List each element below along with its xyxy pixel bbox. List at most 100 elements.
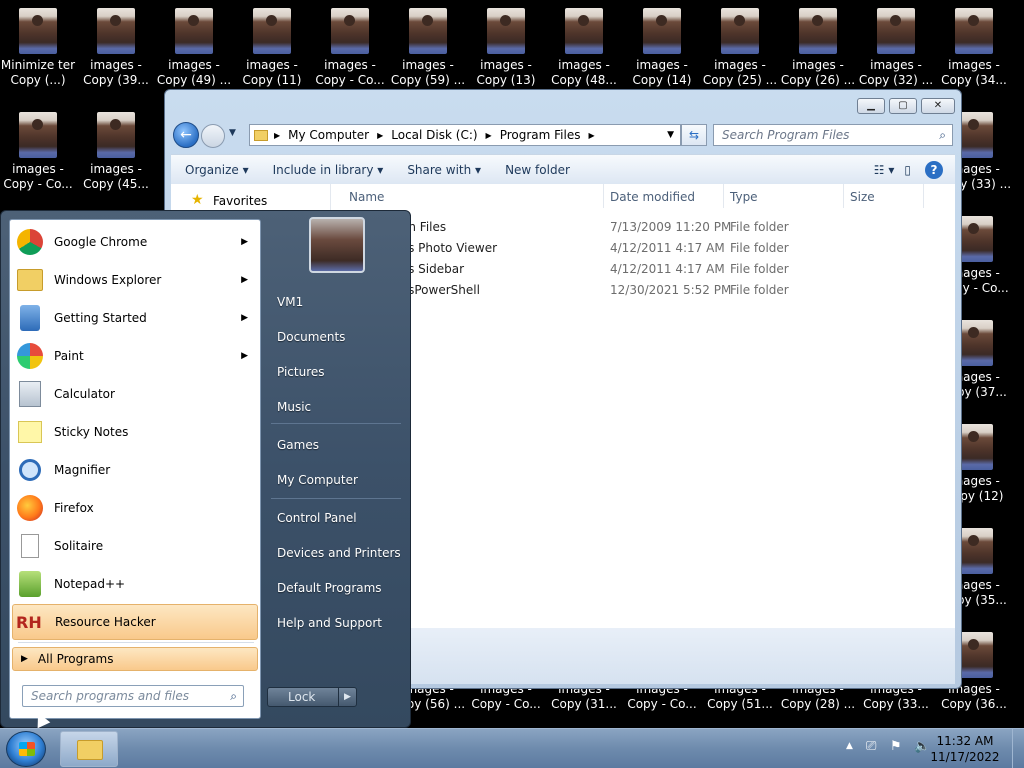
table-row[interactable]: en Files 7/13/2009 11:20 PM File folder bbox=[331, 218, 951, 238]
desktop-icon-label[interactable]: images - Copy (34... bbox=[934, 58, 1014, 88]
desktop-icon-thumbnail[interactable] bbox=[253, 8, 291, 54]
start-program-getting-started[interactable]: Getting Started ▶ bbox=[12, 300, 258, 336]
clock[interactable]: 11:32 AM 11/17/2022 bbox=[930, 733, 1000, 765]
view-options-button[interactable]: ☷ ▾ bbox=[874, 163, 895, 177]
address-bar[interactable]: ▶ My Computer ▶ Local Disk (C:) ▶ Progra… bbox=[249, 124, 681, 146]
desktop-icon-thumbnail[interactable] bbox=[799, 8, 837, 54]
desktop-icon-label[interactable]: images - Copy (26) ... bbox=[778, 58, 858, 88]
all-programs-button[interactable]: ▶ All Programs bbox=[12, 647, 258, 671]
desktop-icon-thumbnail[interactable] bbox=[97, 8, 135, 54]
table-row[interactable]: vsPowerShell 12/30/2021 5:52 PM File folde… bbox=[331, 281, 951, 301]
user-picture[interactable] bbox=[309, 217, 365, 273]
start-button[interactable] bbox=[6, 731, 46, 767]
start-search-input[interactable]: Search programs and files ⌕ bbox=[22, 685, 244, 707]
all-programs-label: All Programs bbox=[37, 652, 114, 666]
start-program-solitaire[interactable]: Solitaire bbox=[12, 528, 258, 564]
back-button[interactable]: ← bbox=[173, 122, 199, 148]
share-with-button[interactable]: Share with ▾ bbox=[407, 163, 481, 177]
start-right-my-computer[interactable]: My Computer bbox=[277, 473, 358, 487]
nav-favorites[interactable]: Favorites bbox=[213, 194, 267, 208]
search-input[interactable]: Search Program Files ⌕ bbox=[713, 124, 953, 146]
minimize-button[interactable]: ▁ bbox=[857, 98, 885, 114]
address-dropdown[interactable]: ▼ bbox=[667, 130, 674, 140]
start-program-firefox[interactable]: Firefox bbox=[12, 490, 258, 526]
maximize-button[interactable]: ▢ bbox=[889, 98, 917, 114]
column-date-modified[interactable]: Date modified bbox=[610, 190, 695, 204]
start-right-default-programs[interactable]: Default Programs bbox=[277, 581, 382, 595]
start-right-help-and-support[interactable]: Help and Support bbox=[277, 616, 382, 630]
lock-button[interactable]: Lock ▶ bbox=[267, 687, 357, 707]
desktop-icon-label-line2: Copy (59) ... bbox=[390, 73, 466, 87]
desktop-icon-label[interactable]: images - Copy (32) ... bbox=[856, 58, 936, 88]
breadcrumb-my-computer[interactable]: My Computer bbox=[288, 128, 369, 142]
volume-icon[interactable]: 🔈 bbox=[914, 739, 930, 754]
table-row[interactable]: vs Sidebar 4/12/2011 4:17 AM File folder bbox=[331, 260, 951, 280]
refresh-button[interactable]: ⇆ bbox=[681, 124, 707, 146]
include-in-library-button[interactable]: Include in library ▾ bbox=[273, 163, 384, 177]
start-program-calculator[interactable]: Calculator bbox=[12, 376, 258, 412]
desktop-icon-thumbnail[interactable] bbox=[643, 8, 681, 54]
start-right-pictures[interactable]: Pictures bbox=[277, 365, 325, 379]
start-program-paint[interactable]: Paint ▶ bbox=[12, 338, 258, 374]
desktop-icon-thumbnail[interactable] bbox=[19, 112, 57, 158]
start-right-control-panel[interactable]: Control Panel bbox=[277, 511, 357, 525]
desktop-icon-thumbnail[interactable] bbox=[409, 8, 447, 54]
show-hidden-icons-button[interactable]: ▲ bbox=[846, 741, 853, 751]
close-button[interactable]: ✕ bbox=[921, 98, 955, 114]
start-program-sticky-notes[interactable]: Sticky Notes bbox=[12, 414, 258, 450]
desktop-icon-label[interactable]: images - Copy (49) ... bbox=[154, 58, 234, 88]
action-center-icon[interactable]: ⚑ bbox=[890, 739, 902, 754]
desktop-icon-thumbnail[interactable] bbox=[19, 8, 57, 54]
organize-button[interactable]: Organize ▾ bbox=[185, 163, 249, 177]
start-program-windows-explorer[interactable]: Windows Explorer ▶ bbox=[12, 262, 258, 298]
column-size[interactable]: Size bbox=[850, 190, 875, 204]
desktop-icon-thumbnail[interactable] bbox=[877, 8, 915, 54]
start-program-google-chrome[interactable]: Google Chrome ▶ bbox=[12, 224, 258, 260]
start-program-magnifier[interactable]: Magnifier bbox=[12, 452, 258, 488]
desktop-icon-thumbnail[interactable] bbox=[97, 112, 135, 158]
new-folder-button[interactable]: New folder bbox=[505, 163, 570, 177]
desktop-icon-label[interactable]: images - Copy (25) ... bbox=[700, 58, 780, 88]
desktop-icon-thumbnail[interactable] bbox=[175, 8, 213, 54]
desktop-icon-label[interactable]: images - Copy (13) bbox=[466, 58, 546, 88]
start-right-devices-and-printers[interactable]: Devices and Printers bbox=[277, 546, 401, 560]
desktop-icon-label[interactable]: images - Copy - Co... bbox=[0, 162, 78, 192]
desktop-icon-thumbnail[interactable] bbox=[565, 8, 603, 54]
network-icon[interactable]: ⎚ bbox=[866, 739, 876, 754]
desktop-icon-thumbnail[interactable] bbox=[487, 8, 525, 54]
desktop-icon-label[interactable]: images - Copy (14) bbox=[622, 58, 702, 88]
taskbar-explorer-button[interactable] bbox=[60, 731, 118, 767]
start-right-vm1[interactable]: VM1 bbox=[277, 295, 303, 309]
breadcrumb-local-disk[interactable]: Local Disk (C:) bbox=[391, 128, 477, 142]
desktop-icon-label[interactable]: images - Copy (11) bbox=[232, 58, 312, 88]
forward-button[interactable] bbox=[201, 124, 225, 148]
desktop-icon-label[interactable]: Minimize ter Copy (...) bbox=[0, 58, 78, 88]
desktop-icon-label[interactable]: images - Copy (59) ... bbox=[388, 58, 468, 88]
start-program-label: Windows Explorer bbox=[54, 273, 162, 287]
breadcrumb-program-files[interactable]: Program Files bbox=[500, 128, 581, 142]
desktop-icon-label[interactable]: images - Copy (45... bbox=[76, 162, 156, 192]
desktop-icon-label-line2: Copy (11) bbox=[242, 73, 302, 87]
start-right-documents[interactable]: Documents bbox=[277, 330, 345, 344]
desktop-icon-label[interactable]: images - Copy (48... bbox=[544, 58, 624, 88]
column-type[interactable]: Type bbox=[730, 190, 758, 204]
desktop-icon-label[interactable]: images - Copy - Co... bbox=[310, 58, 390, 88]
recent-pages-dropdown[interactable]: ▼ bbox=[229, 128, 236, 138]
desktop-icon-label[interactable]: images - Copy (39... bbox=[76, 58, 156, 88]
column-name[interactable]: Name bbox=[349, 190, 384, 204]
resource-hacker-icon: RH bbox=[16, 612, 42, 632]
table-row[interactable]: vs Photo Viewer 4/12/2011 4:17 AM File fol… bbox=[331, 239, 951, 259]
start-right-games[interactable]: Games bbox=[277, 438, 319, 452]
start-program-resource-hacker[interactable]: RH Resource Hacker bbox=[12, 604, 258, 640]
desktop-icon-label-line2: Copy (26) ... bbox=[780, 73, 856, 87]
start-program-notepad-[interactable]: Notepad++ bbox=[12, 566, 258, 602]
help-icon[interactable]: ? bbox=[925, 160, 943, 179]
desktop-icon-thumbnail[interactable] bbox=[331, 8, 369, 54]
desktop-icon-thumbnail[interactable] bbox=[721, 8, 759, 54]
desktop-icon-thumbnail[interactable] bbox=[955, 8, 993, 54]
shutdown-options-arrow[interactable]: ▶ bbox=[338, 688, 356, 706]
start-program-label: Notepad++ bbox=[54, 577, 126, 591]
show-desktop-button[interactable] bbox=[1012, 729, 1024, 768]
preview-pane-button[interactable]: ▯ bbox=[904, 163, 911, 177]
start-right-music[interactable]: Music bbox=[277, 400, 311, 414]
